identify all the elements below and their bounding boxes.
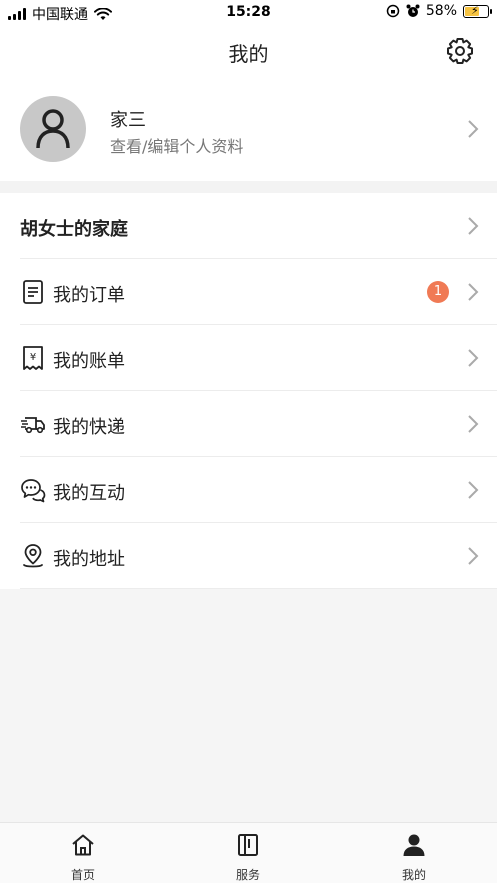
chevron-right-icon bbox=[468, 547, 479, 565]
menu-item-label: 我的订单 bbox=[53, 285, 125, 306]
tab-services[interactable]: 服务 bbox=[198, 823, 298, 883]
bottom-tab-bar: 首页 服务 我的 bbox=[0, 822, 497, 883]
chevron-right-icon bbox=[468, 283, 479, 301]
gear-icon[interactable] bbox=[445, 36, 475, 66]
document-icon bbox=[23, 280, 43, 304]
tab-home[interactable]: 首页 bbox=[33, 823, 133, 883]
menu-item-interaction[interactable]: 我的互动 bbox=[20, 457, 497, 523]
chevron-right-icon bbox=[468, 349, 479, 367]
menu-item-express[interactable]: 我的快递 bbox=[20, 391, 497, 457]
my-page-screen: 中国联通 15:28 58% ⚡ 我的 家三 查看/编辑个人资料 胡女士的家庭 … bbox=[0, 0, 497, 883]
menu-list: 胡女士的家庭 我的订单 1 ¥ 我的账单 我的快递 我的互动 我的地址 bbox=[0, 193, 497, 589]
chevron-right-icon bbox=[468, 120, 479, 138]
charging-bolt-icon: ⚡ bbox=[471, 3, 479, 17]
rotation-lock-icon bbox=[386, 4, 400, 18]
tab-label: 服务 bbox=[235, 868, 260, 882]
menu-item-bills[interactable]: ¥ 我的账单 bbox=[20, 325, 497, 391]
truck-icon bbox=[21, 417, 45, 434]
tab-label: 首页 bbox=[70, 868, 95, 882]
notification-badge: 1 bbox=[427, 281, 449, 303]
person-icon bbox=[36, 109, 70, 149]
alarm-icon bbox=[406, 4, 420, 17]
section-divider bbox=[0, 181, 497, 193]
profile-edit-link[interactable]: 查看/编辑个人资料 bbox=[110, 133, 243, 157]
profile-name: 家三 bbox=[110, 110, 146, 131]
family-item[interactable]: 胡女士的家庭 bbox=[20, 193, 497, 259]
menu-item-label: 我的快递 bbox=[53, 417, 125, 438]
location-pin-icon bbox=[23, 544, 43, 568]
chevron-right-icon bbox=[468, 415, 479, 433]
battery-icon: ⚡ bbox=[463, 3, 492, 18]
status-right: 58% ⚡ bbox=[386, 3, 492, 19]
family-label: 胡女士的家庭 bbox=[20, 219, 128, 240]
tab-label: 我的 bbox=[401, 868, 426, 882]
page-title: 我的 bbox=[228, 42, 269, 66]
menu-item-label: 我的互动 bbox=[53, 483, 125, 504]
receipt-yen-icon: ¥ bbox=[23, 346, 43, 370]
battery-percent: 58% bbox=[425, 3, 457, 19]
menu-item-label: 我的地址 bbox=[53, 549, 125, 570]
chevron-right-icon bbox=[468, 481, 479, 499]
header: 我的 bbox=[0, 26, 497, 76]
avatar[interactable] bbox=[20, 96, 86, 162]
menu-item-label: 我的账单 bbox=[53, 351, 125, 372]
profile-card[interactable]: 家三 查看/编辑个人资料 bbox=[0, 76, 497, 181]
chevron-right-icon bbox=[468, 217, 479, 235]
status-bar: 中国联通 15:28 58% ⚡ bbox=[0, 0, 497, 26]
book-icon bbox=[238, 834, 258, 856]
person-icon bbox=[403, 834, 425, 856]
menu-item-address[interactable]: 我的地址 bbox=[20, 523, 497, 589]
menu-item-orders[interactable]: 我的订单 1 bbox=[20, 259, 497, 325]
svg-text:¥: ¥ bbox=[30, 352, 36, 363]
chat-bubbles-icon bbox=[21, 479, 46, 503]
home-icon bbox=[72, 834, 94, 856]
tab-mine[interactable]: 我的 bbox=[364, 823, 464, 883]
